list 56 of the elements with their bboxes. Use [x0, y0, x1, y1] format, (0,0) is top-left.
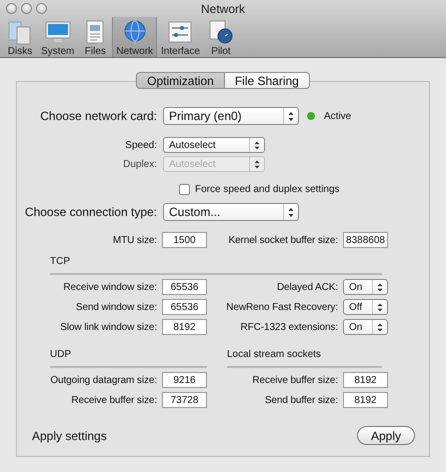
- dropdown[interactable]: Autoselect: [163, 137, 265, 153]
- toolbar-item[interactable]: Pilot: [204, 17, 238, 57]
- field-label: Outgoing datagram size:: [50, 374, 157, 386]
- dropdown[interactable]: On: [343, 319, 388, 335]
- field-label: Delayed ACK:: [276, 282, 338, 292]
- dropdown[interactable]: Primary (en0): [163, 107, 299, 125]
- sliders-icon: [167, 19, 194, 45]
- input-field[interactable]: 1500: [162, 232, 207, 248]
- toolbar-item[interactable]: Files: [78, 17, 112, 57]
- toolbar-item[interactable]: Network: [112, 17, 158, 57]
- dropdown[interactable]: Off: [343, 299, 388, 315]
- input-field[interactable]: 8192: [343, 392, 388, 408]
- toolbar-item[interactable]: System: [37, 17, 78, 57]
- globe-icon: [122, 19, 148, 45]
- apply-button[interactable]: Apply: [356, 426, 415, 445]
- section-heading: TCP: [50, 256, 71, 267]
- toolbar-item[interactable]: Disks: [3, 17, 37, 57]
- document-clock-icon: [208, 19, 234, 45]
- field-label: Choose connection type:: [24, 205, 157, 219]
- field-label: MTU size:: [112, 234, 157, 246]
- field-label: Receive window size:: [62, 282, 157, 292]
- footer-label: Apply settings: [32, 428, 107, 442]
- minimize-button[interactable]: [21, 3, 32, 14]
- section-heading: Local stream sockets: [227, 349, 322, 360]
- toolbar-item[interactable]: Interface: [157, 17, 204, 57]
- input-field[interactable]: 73728: [162, 392, 207, 408]
- input-field[interactable]: 9216: [162, 372, 207, 388]
- window-title: Network: [201, 2, 245, 16]
- dropdown[interactable]: Custom...: [163, 203, 299, 221]
- input-field[interactable]: 8192: [162, 319, 207, 335]
- checkbox[interactable]: [179, 184, 190, 194]
- input-field[interactable]: 8388608: [343, 232, 388, 248]
- field-label: Choose network card:: [39, 109, 157, 123]
- tab[interactable]: Optimization: [136, 72, 225, 89]
- status-text: Active: [324, 110, 352, 122]
- monitor-icon: [44, 19, 71, 45]
- field-label: NewReno Fast Recovery:: [225, 302, 338, 312]
- section-heading: UDP: [50, 349, 72, 360]
- field-label: Receive buffer size:: [251, 374, 338, 386]
- field-label: Receive buffer size:: [70, 394, 157, 406]
- input-field[interactable]: 65536: [162, 299, 207, 315]
- field-label: Speed:: [124, 140, 157, 150]
- zoom-button[interactable]: [36, 3, 47, 14]
- dropdown[interactable]: On: [343, 279, 388, 295]
- field-label: RFC-1323 extensions:: [240, 322, 338, 332]
- drive-icon: [7, 19, 33, 45]
- checkbox-label: Force speed and duplex settings: [195, 184, 340, 194]
- tab[interactable]: File Sharing: [224, 72, 310, 89]
- close-button[interactable]: [6, 3, 17, 14]
- field-label: Duplex:: [122, 158, 157, 170]
- field-label: Kernel socket buffer size:: [228, 234, 338, 246]
- field-label: Slow link window size:: [59, 322, 157, 332]
- field-label: Send window size:: [74, 302, 157, 312]
- field-label: Send buffer size:: [264, 394, 338, 406]
- input-field[interactable]: 8192: [343, 372, 388, 388]
- input-field[interactable]: 65536: [162, 279, 207, 295]
